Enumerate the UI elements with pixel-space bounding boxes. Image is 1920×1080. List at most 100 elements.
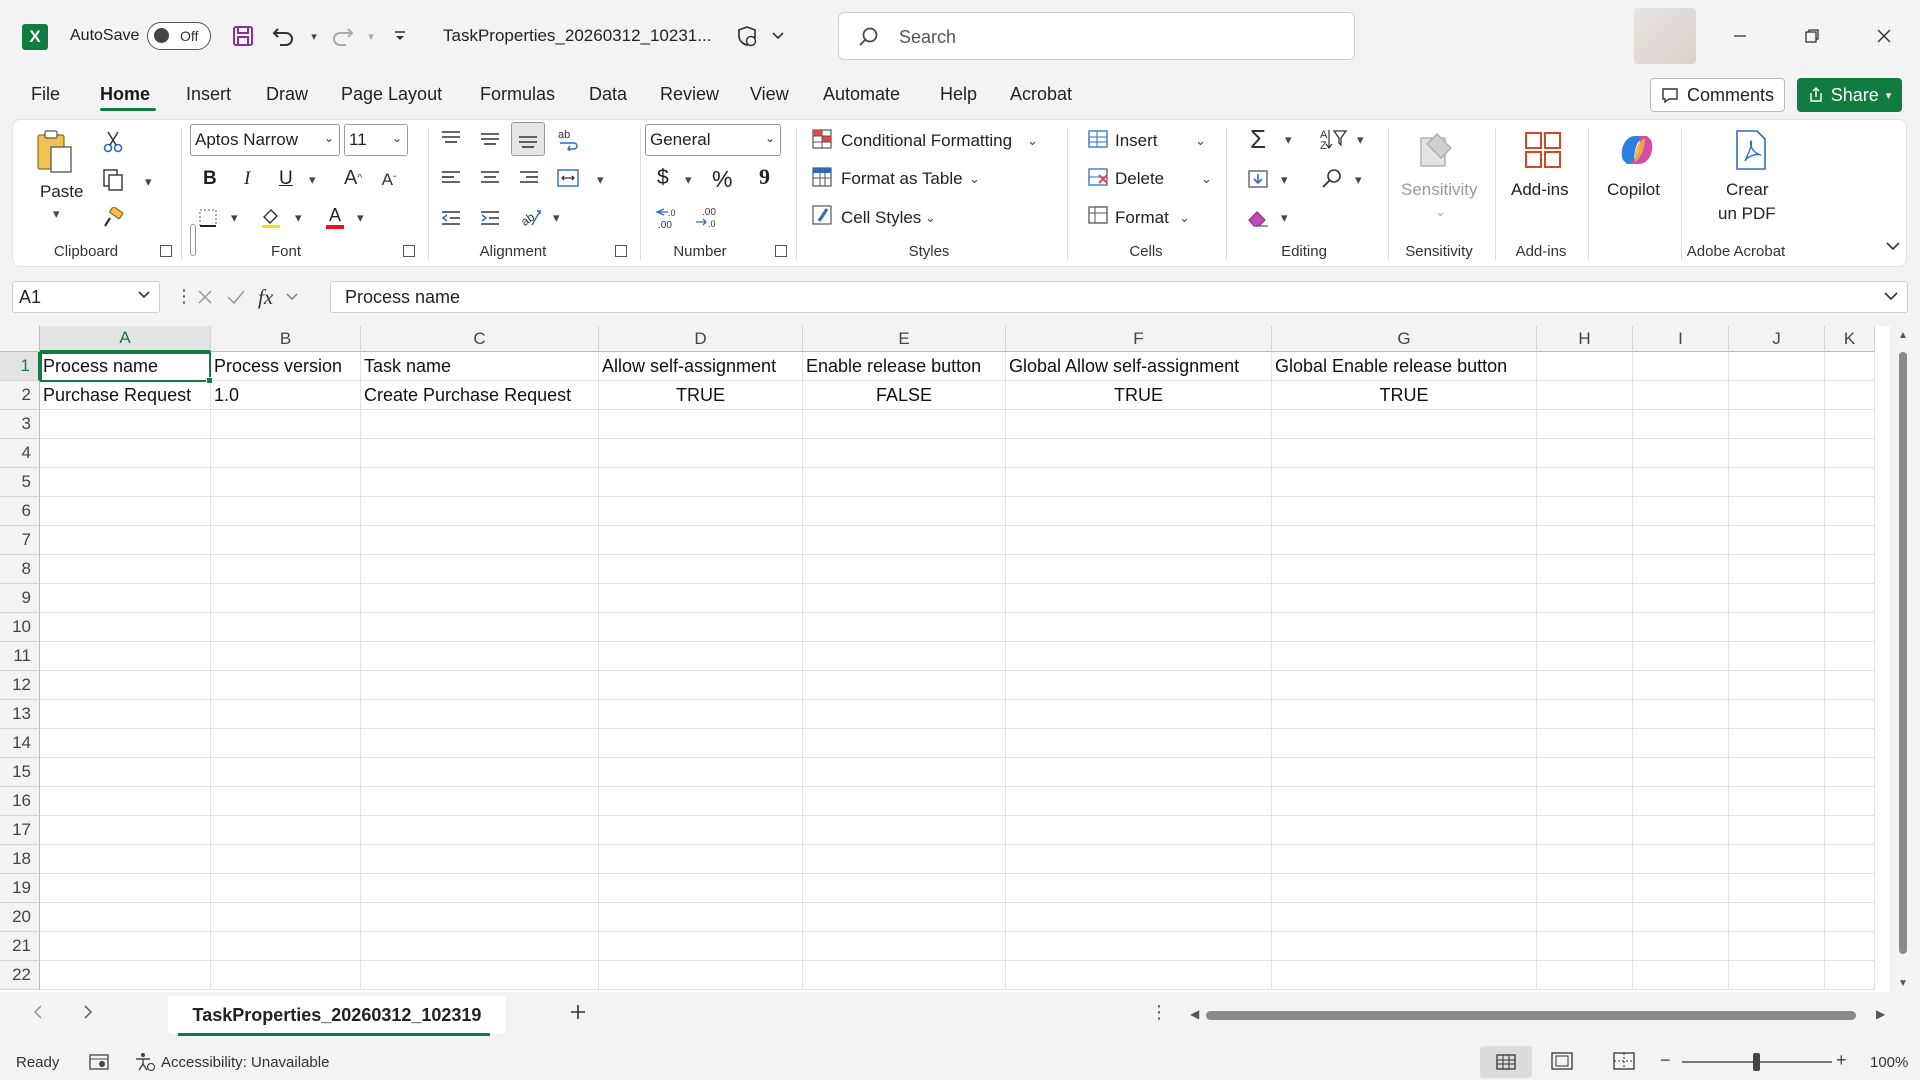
cell-d1[interactable]: Allow self-assignment (599, 352, 803, 381)
italic-button[interactable]: I (244, 168, 250, 190)
column-header-i[interactable]: I (1633, 326, 1729, 352)
cell-h15[interactable] (1537, 758, 1633, 787)
cell-b8[interactable] (211, 555, 361, 584)
cell-i10[interactable] (1633, 613, 1729, 642)
tab-automate[interactable]: Automate (823, 84, 900, 105)
cell-e19[interactable] (803, 874, 1006, 903)
cell-a10[interactable] (40, 613, 211, 642)
cell-a9[interactable] (40, 584, 211, 613)
cell-g21[interactable] (1272, 932, 1537, 961)
cell-j5[interactable] (1729, 468, 1825, 497)
cell-c6[interactable] (361, 497, 599, 526)
cell-g1[interactable]: Global Enable release button (1272, 352, 1537, 381)
sort-filter-dropdown-icon[interactable]: ▾ (1357, 132, 1364, 148)
redo-icon[interactable] (328, 22, 356, 50)
close-icon[interactable] (1864, 18, 1904, 54)
copy-icon[interactable] (99, 166, 127, 194)
cell-d13[interactable] (599, 700, 803, 729)
cell-k21[interactable] (1825, 932, 1875, 961)
scroll-up-icon[interactable]: ▲ (1898, 330, 1908, 341)
cell-h17[interactable] (1537, 816, 1633, 845)
cell-j10[interactable] (1729, 613, 1825, 642)
align-center-icon[interactable] (476, 164, 504, 192)
sensitivity-icon[interactable] (1413, 128, 1457, 172)
cell-i3[interactable] (1633, 410, 1729, 439)
cell-k22[interactable] (1825, 961, 1875, 990)
cell-c13[interactable] (361, 700, 599, 729)
cell-f7[interactable] (1006, 526, 1272, 555)
cell-d10[interactable] (599, 613, 803, 642)
fill-color-dropdown-icon[interactable]: ▾ (295, 210, 302, 226)
row-header-20[interactable]: 20 (0, 903, 40, 932)
cell-h19[interactable] (1537, 874, 1633, 903)
row-header-6[interactable]: 6 (0, 497, 40, 526)
cell-a19[interactable] (40, 874, 211, 903)
cell-f8[interactable] (1006, 555, 1272, 584)
cell-f2[interactable]: TRUE (1006, 381, 1272, 410)
cell-f1[interactable]: Global Allow self-assignment (1006, 352, 1272, 381)
cell-h12[interactable] (1537, 671, 1633, 700)
cell-e10[interactable] (803, 613, 1006, 642)
sheet-options-icon[interactable]: ⋮ (1150, 1002, 1168, 1023)
cell-h10[interactable] (1537, 613, 1633, 642)
cell-c5[interactable] (361, 468, 599, 497)
find-select-icon[interactable] (1317, 164, 1347, 194)
cell-b18[interactable] (211, 845, 361, 874)
cell-d17[interactable] (599, 816, 803, 845)
cell-b21[interactable] (211, 932, 361, 961)
paste-icon[interactable] (35, 128, 75, 176)
cell-j15[interactable] (1729, 758, 1825, 787)
zoom-out-icon[interactable]: − (1660, 1050, 1671, 1071)
cell-g22[interactable] (1272, 961, 1537, 990)
cell-j17[interactable] (1729, 816, 1825, 845)
cell-j6[interactable] (1729, 497, 1825, 526)
cell-i2[interactable] (1633, 381, 1729, 410)
cell-j9[interactable] (1729, 584, 1825, 613)
page-break-view-icon[interactable] (1612, 1051, 1636, 1071)
chevron-down-icon[interactable]: ⌄ (1195, 133, 1206, 149)
cell-a7[interactable] (40, 526, 211, 555)
tab-file[interactable]: File (31, 84, 60, 105)
redo-dropdown-icon[interactable]: ▾ (357, 22, 385, 50)
cell-e8[interactable] (803, 555, 1006, 584)
sensitivity-dropdown-icon[interactable]: ⌄ (1435, 204, 1446, 220)
cell-j19[interactable] (1729, 874, 1825, 903)
cell-c17[interactable] (361, 816, 599, 845)
cell-d18[interactable] (599, 845, 803, 874)
cell-h7[interactable] (1537, 526, 1633, 555)
column-header-b[interactable]: B (211, 326, 361, 352)
copilot-button[interactable]: Copilot (1607, 180, 1660, 200)
prev-sheet-icon[interactable] (32, 1004, 44, 1020)
cell-g13[interactable] (1272, 700, 1537, 729)
cell-e12[interactable] (803, 671, 1006, 700)
cell-d2[interactable]: TRUE (599, 381, 803, 410)
cell-k2[interactable] (1825, 381, 1875, 410)
cell-a8[interactable] (40, 555, 211, 584)
tab-data[interactable]: Data (589, 84, 627, 105)
column-header-k[interactable]: K (1825, 326, 1875, 352)
cell-c2[interactable]: Create Purchase Request (361, 381, 599, 410)
accessibility-status[interactable]: Accessibility: Unavailable (161, 1054, 329, 1071)
cell-c15[interactable] (361, 758, 599, 787)
copilot-icon[interactable] (1613, 128, 1661, 172)
cell-f19[interactable] (1006, 874, 1272, 903)
cell-e17[interactable] (803, 816, 1006, 845)
cell-j20[interactable] (1729, 903, 1825, 932)
cell-k11[interactable] (1825, 642, 1875, 671)
cell-e22[interactable] (803, 961, 1006, 990)
clear-dropdown-icon[interactable]: ▾ (1281, 210, 1288, 226)
minimize-icon[interactable] (1720, 18, 1760, 54)
clipboard-launcher-icon[interactable] (160, 245, 172, 257)
sync-status-icon[interactable] (733, 22, 761, 50)
cell-j3[interactable] (1729, 410, 1825, 439)
cell-e15[interactable] (803, 758, 1006, 787)
horizontal-scroll-thumb[interactable] (1206, 1011, 1856, 1020)
cell-f20[interactable] (1006, 903, 1272, 932)
cell-d4[interactable] (599, 439, 803, 468)
font-size-combo[interactable]: 11 ⌄ (344, 124, 408, 156)
cell-k3[interactable] (1825, 410, 1875, 439)
cell-c19[interactable] (361, 874, 599, 903)
fill-down-icon[interactable] (1243, 164, 1273, 194)
cell-e4[interactable] (803, 439, 1006, 468)
cell-c11[interactable] (361, 642, 599, 671)
